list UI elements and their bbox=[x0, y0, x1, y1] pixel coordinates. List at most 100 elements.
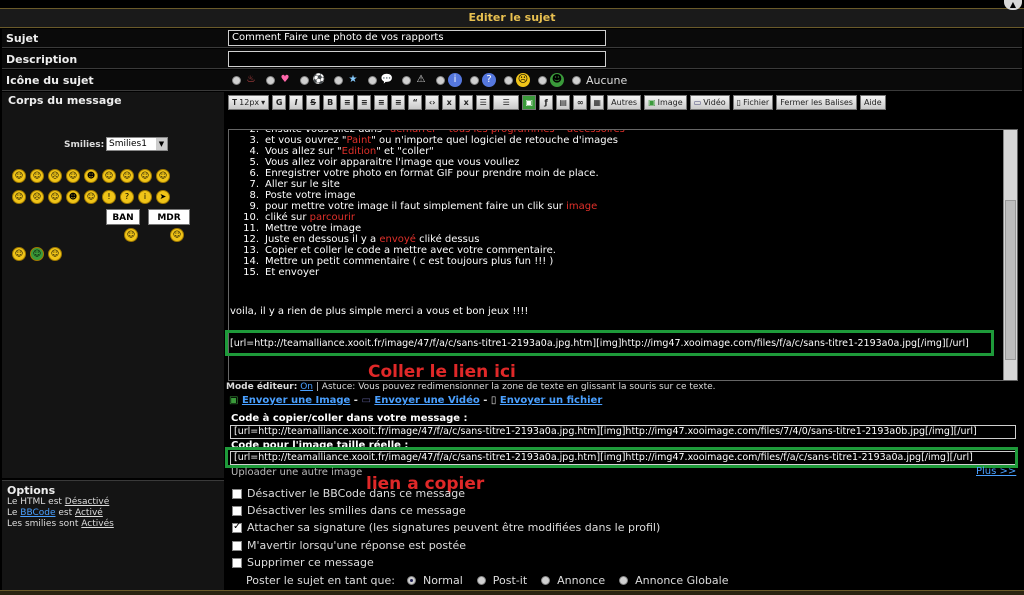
smiley[interactable]: ? bbox=[120, 190, 134, 204]
editor-mode-toggle[interactable]: On bbox=[300, 382, 313, 392]
editor-scroll-thumb[interactable] bbox=[1005, 200, 1016, 360]
smiley[interactable]: ☺ bbox=[48, 190, 62, 204]
subject-label: Sujet bbox=[6, 32, 39, 45]
smiley[interactable]: ☺ bbox=[30, 169, 44, 183]
strike-button[interactable]: S bbox=[306, 95, 321, 110]
description-input[interactable] bbox=[228, 51, 606, 67]
smiley[interactable]: ☺ bbox=[48, 247, 62, 261]
smiley[interactable]: ☺ bbox=[12, 190, 26, 204]
icon-radio-info[interactable] bbox=[436, 75, 445, 85]
icon-radio-frog[interactable] bbox=[538, 75, 547, 85]
subscript-icon[interactable]: x bbox=[442, 95, 457, 110]
link-icon[interactable]: ∞ bbox=[573, 95, 588, 110]
code-copy-label: Code à copier/coller dans votre message … bbox=[231, 413, 468, 424]
editor-line: 10. cliké sur parcourir bbox=[243, 212, 355, 223]
smiley[interactable]: ☺ bbox=[120, 169, 134, 183]
smiley[interactable]: ! bbox=[102, 190, 116, 204]
icon-radio-none[interactable] bbox=[572, 75, 581, 85]
heart-icon: ♥ bbox=[280, 74, 290, 85]
smiley[interactable]: ➤ bbox=[156, 190, 170, 204]
icon-radio-star[interactable] bbox=[334, 75, 343, 85]
icon-radio-fire[interactable] bbox=[232, 75, 241, 85]
option-delete-message[interactable]: Supprimer ce message bbox=[232, 556, 374, 569]
code-icon[interactable]: ‹› bbox=[425, 95, 440, 110]
icon-radio-warning[interactable] bbox=[402, 75, 411, 85]
plus-link[interactable]: Plus >> bbox=[976, 466, 1016, 477]
option-disable-bbcode[interactable]: Désactiver le BBCode dans ce message bbox=[232, 487, 465, 500]
quote-icon[interactable]: “ bbox=[408, 95, 423, 110]
post-normal-radio[interactable] bbox=[406, 576, 416, 585]
smiley[interactable]: ☺ bbox=[12, 169, 26, 183]
smiley[interactable]: ☺ bbox=[84, 190, 98, 204]
code-copy-input[interactable]: [url=http://teamalliance.xooit.fr/image/… bbox=[230, 425, 1016, 439]
icon-radio-sad[interactable] bbox=[504, 75, 513, 85]
icon-radio-football[interactable] bbox=[300, 75, 309, 85]
checkbox[interactable] bbox=[232, 540, 242, 551]
superscript-icon[interactable]: x bbox=[459, 95, 474, 110]
close-tags-button[interactable]: Fermer les Balises bbox=[776, 95, 857, 110]
post-annonce-globale-radio[interactable] bbox=[619, 576, 629, 585]
upload-links: ▣ Envoyer une Image - ▭ Envoyer une Vidé… bbox=[229, 395, 603, 406]
option-disable-smilies[interactable]: Désactiver les smilies dans ce message bbox=[232, 504, 466, 517]
smilies-select[interactable]: Smilies1 ▼ bbox=[106, 137, 168, 151]
option-attach-signature[interactable]: Attacher sa signature (les signatures pe… bbox=[232, 521, 660, 534]
icon-radio-question[interactable] bbox=[470, 75, 479, 85]
list-icon[interactable]: ☰ bbox=[476, 95, 491, 110]
post-annonce-radio[interactable] bbox=[541, 576, 551, 585]
icon-none-label: Aucune bbox=[586, 73, 628, 87]
send-file-link[interactable]: Envoyer un fichier bbox=[500, 395, 602, 406]
b-button[interactable]: B bbox=[323, 95, 338, 110]
smiley[interactable]: ☺ bbox=[102, 169, 116, 183]
post-as-label: Poster le sujet en tant que: bbox=[246, 574, 395, 587]
fichier-button[interactable]: ▯ Fichier bbox=[732, 95, 774, 110]
option-notify-reply[interactable]: M'avertir lorsqu'une réponse est postée bbox=[232, 539, 466, 552]
italic-button[interactable]: I bbox=[289, 95, 304, 110]
mdr-smiley[interactable]: MDR bbox=[148, 209, 190, 225]
video-icon: ▭ bbox=[693, 98, 702, 107]
smiley[interactable]: ☺ bbox=[170, 228, 184, 242]
smiley[interactable]: ☻ bbox=[66, 190, 80, 204]
video-button[interactable]: ▭ Vidéo bbox=[689, 95, 730, 110]
smiley[interactable]: ☺ bbox=[138, 169, 152, 183]
ordered-list-icon[interactable]: ☰ bbox=[493, 95, 520, 110]
smiley[interactable]: ☺ bbox=[156, 169, 170, 183]
upload-other-link[interactable]: Uploader une autre image bbox=[231, 467, 362, 477]
icon-radio-heart[interactable] bbox=[266, 75, 275, 85]
align-center-icon[interactable]: ≡ bbox=[357, 95, 372, 110]
post-postit-radio[interactable] bbox=[476, 576, 486, 585]
align-left-icon[interactable]: ≡ bbox=[340, 95, 355, 110]
font-size-button[interactable]: 𝐓 12px ▾ bbox=[228, 95, 270, 110]
ban-smiley[interactable]: BAN bbox=[106, 209, 140, 225]
smiley[interactable]: i bbox=[138, 190, 152, 204]
paste-here-annotation: Coller le lien ici bbox=[368, 362, 516, 382]
smiley[interactable]: ☺ bbox=[124, 228, 138, 242]
smiley[interactable]: ☺ bbox=[66, 169, 80, 183]
help-button[interactable]: Aide bbox=[859, 95, 886, 110]
smiley[interactable]: ☺ bbox=[12, 247, 26, 261]
smiley[interactable]: ☹ bbox=[48, 169, 62, 183]
image-insert-icon[interactable]: ▣ bbox=[522, 95, 537, 110]
checkbox[interactable] bbox=[232, 557, 242, 568]
align-right-icon[interactable]: ≡ bbox=[374, 95, 389, 110]
smiley[interactable]: ☻ bbox=[84, 169, 98, 183]
editor-line: 5. Vous allez voir apparaitre l'image que… bbox=[249, 157, 520, 168]
smiley[interactable]: ☹ bbox=[30, 190, 44, 204]
bbcode-link[interactable]: BBCode bbox=[20, 508, 55, 518]
table-icon[interactable]: ▦ bbox=[590, 95, 605, 110]
page-title: Editer le sujet bbox=[0, 8, 1024, 28]
image-button[interactable]: ▣ Image bbox=[644, 95, 687, 110]
send-video-link[interactable]: Envoyer une Vidéo bbox=[374, 395, 479, 406]
editor-scrollbar[interactable] bbox=[1003, 130, 1017, 380]
checkbox-checked[interactable] bbox=[232, 521, 242, 533]
checkbox[interactable] bbox=[232, 505, 242, 516]
autres-button[interactable]: Autres bbox=[607, 95, 642, 110]
align-justify-icon[interactable]: ≡ bbox=[391, 95, 406, 110]
flash-icon[interactable]: ƒ bbox=[539, 95, 554, 110]
icon-radio-speech[interactable] bbox=[368, 75, 377, 85]
send-image-link[interactable]: Envoyer une Image bbox=[242, 395, 350, 406]
smiley[interactable]: ☺ bbox=[30, 247, 44, 261]
subject-input[interactable]: Comment Faire une photo de vos rapports bbox=[228, 30, 606, 46]
checkbox[interactable] bbox=[232, 488, 242, 499]
bold-button[interactable]: G bbox=[272, 95, 287, 110]
color-icon[interactable]: ▤ bbox=[556, 95, 571, 110]
